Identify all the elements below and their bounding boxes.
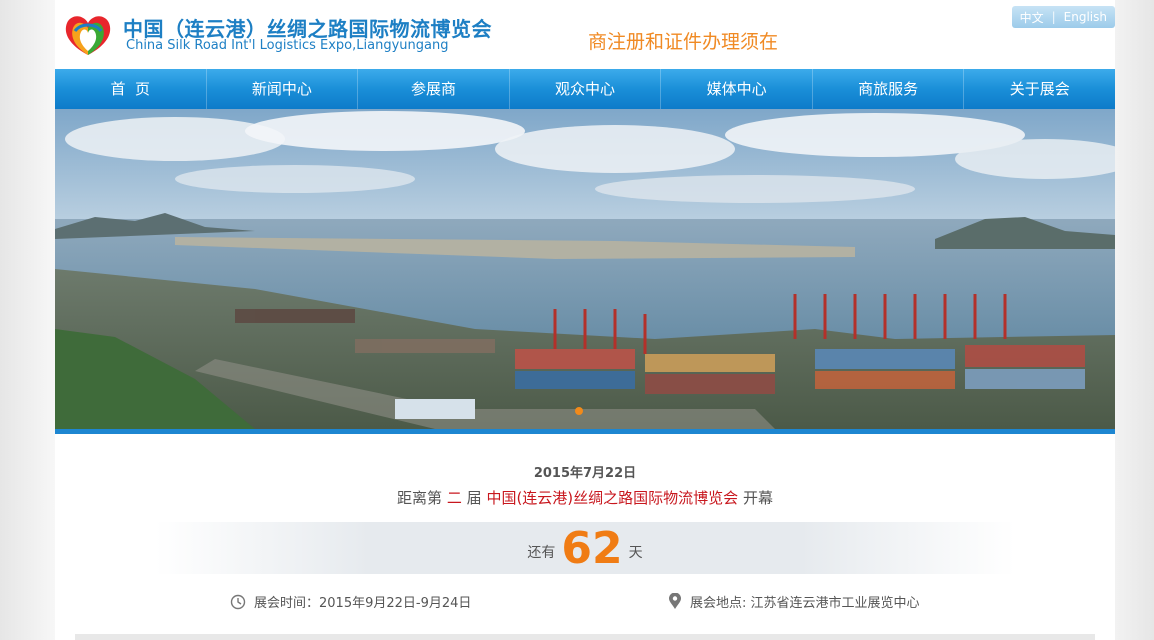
- nav-media[interactable]: 媒体中心: [661, 69, 813, 109]
- lang-en-link[interactable]: English: [1064, 10, 1107, 24]
- content-divider: [75, 634, 1095, 640]
- location-pin-icon: [669, 593, 681, 609]
- expo-name: 中国(连云港)丝绸之路国际物流博览会: [486, 489, 739, 507]
- edition-suffix: 届: [466, 489, 482, 507]
- expo-info: 展会时间：2015年9月22日-9月24日 展会地点: 江苏省连云港市工业展览中…: [55, 592, 1115, 612]
- left-shade: [0, 0, 55, 640]
- remaining-prefix: 还有: [527, 545, 556, 561]
- nav-news[interactable]: 新闻中心: [207, 69, 359, 109]
- nav-travel[interactable]: 商旅服务: [813, 69, 965, 109]
- countdown-prefix: 距离第: [397, 489, 443, 507]
- main-nav: 首 页 新闻中心 参展商 观众中心 媒体中心 商旅服务 关于展会: [55, 69, 1115, 109]
- expo-time-text: 展会时间：2015年9月22日-9月24日: [254, 596, 472, 611]
- port-panorama-image: [55, 109, 1115, 429]
- countdown-headline: 距离第 二 届 中国(连云港)丝绸之路国际物流博览会 开幕: [55, 487, 1115, 508]
- slider-dot-active[interactable]: [575, 407, 583, 415]
- language-switcher: 中文 | English: [1011, 6, 1115, 28]
- days-number: 62: [561, 523, 623, 574]
- current-date: 2015年7月22日: [533, 466, 637, 481]
- expo-place-text: 展会地点: 江苏省连云港市工业展览中心: [690, 596, 920, 611]
- page-container: 中国（连云港）丝绸之路国际物流博览会 China Silk Road Int'l…: [55, 0, 1115, 640]
- lang-cn-link[interactable]: 中文: [1020, 9, 1044, 26]
- edition-number: 二: [446, 489, 462, 507]
- banner-bottom-bar: [55, 429, 1115, 434]
- days-unit: 天: [628, 545, 643, 561]
- countdown-suffix: 开幕: [742, 489, 773, 507]
- logo-title-en[interactable]: China Silk Road Int'l Logistics Expo,Lia…: [126, 38, 448, 53]
- logo-icon[interactable]: [61, 11, 115, 57]
- header: 中国（连云港）丝绸之路国际物流博览会 China Silk Road Int'l…: [55, 0, 1115, 68]
- nav-visitors[interactable]: 观众中心: [510, 69, 662, 109]
- clock-icon: [230, 594, 246, 609]
- nav-about[interactable]: 关于展会: [964, 69, 1115, 109]
- banner-slide-port[interactable]: [55, 109, 1115, 429]
- nav-home[interactable]: 首 页: [55, 69, 207, 109]
- expo-time: 展会时间：2015年9月22日-9月24日: [230, 592, 471, 611]
- lang-separator: |: [1051, 10, 1056, 24]
- nav-exhibitors[interactable]: 参展商: [358, 69, 510, 109]
- slider-dots: [575, 407, 583, 415]
- news-ticker[interactable]: 商注册和证件办理须在: [588, 27, 778, 54]
- countdown-days: 还有 62 天: [55, 523, 1115, 574]
- expo-place: 展会地点: 江苏省连云港市工业展览中心: [668, 592, 920, 611]
